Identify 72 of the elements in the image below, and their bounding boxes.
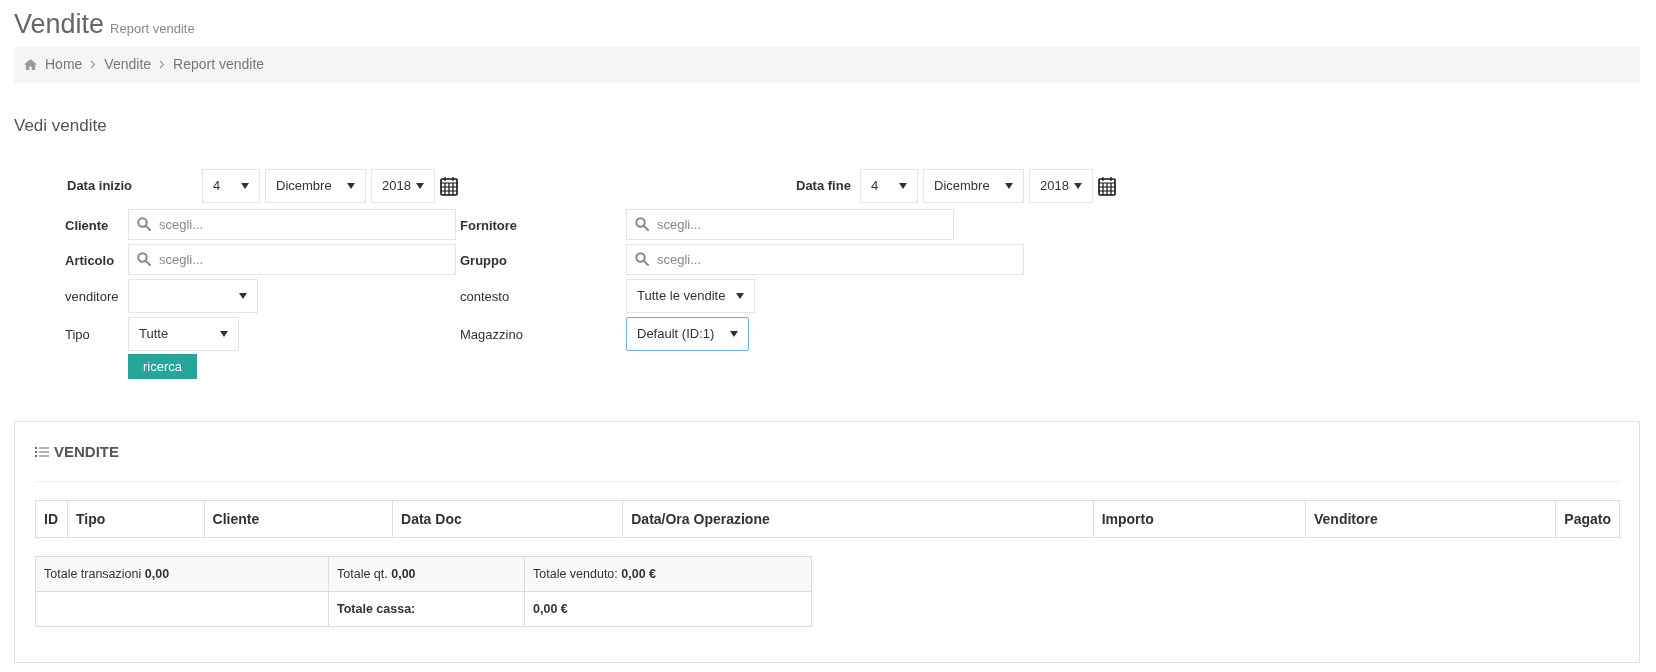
select-value: 4: [213, 177, 221, 196]
year-select[interactable]: 2018: [1029, 169, 1093, 203]
select-value: 2018: [382, 177, 411, 196]
calendar-icon[interactable]: [1098, 176, 1116, 196]
year-select[interactable]: 2018: [371, 169, 435, 203]
select-value: Default (ID:1): [637, 325, 715, 344]
month-select[interactable]: Dicembre: [265, 169, 366, 203]
column-header: Tipo: [67, 500, 205, 538]
caret-icon: [730, 331, 738, 337]
search-icon: [137, 252, 151, 266]
totals-cell: Totale transazioni 0,00: [35, 556, 329, 592]
field-label: Data fine: [796, 177, 852, 196]
totals-cell: Totale qt. 0,00: [328, 556, 525, 592]
chevron-icon: [90, 60, 97, 69]
select-value: 4: [871, 177, 879, 196]
field-label: Cliente: [65, 217, 109, 233]
page-subtitle: Report vendite: [110, 20, 195, 38]
field-label: Tipo: [65, 327, 90, 342]
panel-title: VENDITE: [54, 441, 119, 462]
search-icon: [635, 252, 649, 266]
caret-icon: [220, 331, 228, 337]
dropdown-select[interactable]: Tutte le vendite: [626, 279, 755, 313]
caret-icon: [416, 183, 424, 189]
search-field[interactable]: scegli...: [626, 244, 1024, 275]
day-select[interactable]: 4: [202, 169, 260, 203]
field-label: Articolo: [65, 252, 115, 268]
breadcrumb-link[interactable]: Vendite: [104, 54, 152, 75]
caret-icon: [899, 183, 907, 189]
caret-icon: [241, 183, 249, 189]
column-header: Venditore: [1305, 500, 1556, 538]
select-value: Tutte le vendite: [637, 287, 726, 306]
breadcrumb-link[interactable]: Report vendite: [173, 54, 265, 75]
calendar-icon[interactable]: [440, 176, 458, 196]
column-header: Data/Ora Operazione: [622, 500, 1094, 538]
caret-icon: [1074, 183, 1082, 189]
caret-icon: [1005, 183, 1013, 189]
search-field[interactable]: scegli...: [626, 209, 954, 240]
day-select[interactable]: 4: [860, 169, 918, 203]
dropdown-select[interactable]: Tutte: [128, 317, 239, 351]
totals-cell: Totale cassa:: [328, 591, 525, 627]
search-icon: [635, 217, 649, 231]
search-field[interactable]: scegli...: [128, 209, 456, 240]
list-icon: [35, 446, 49, 457]
search-icon: [137, 217, 151, 231]
totals-cell: 0,00 €: [524, 591, 812, 627]
select-value: Tutte: [139, 325, 169, 344]
section-title: Vedi vendite: [14, 114, 108, 137]
column-header: ID: [35, 500, 68, 538]
search-field[interactable]: scegli...: [128, 244, 456, 275]
caret-icon: [347, 183, 355, 189]
select-value: Dicembre: [276, 177, 332, 196]
column-header: Cliente: [204, 500, 393, 538]
field-label: Magazzino: [460, 327, 523, 342]
month-select[interactable]: Dicembre: [923, 169, 1024, 203]
column-header: Pagato: [1555, 500, 1620, 538]
totals-cell: Totale venduto: 0,00 €: [524, 556, 812, 592]
field-label: Data inizio: [67, 177, 133, 196]
field-label: venditore: [65, 289, 119, 304]
select-value: Dicembre: [934, 177, 990, 196]
select-value: 2018: [1040, 177, 1069, 196]
column-header: Importo: [1093, 500, 1306, 538]
caret-icon: [239, 293, 247, 299]
chevron-icon: [159, 60, 166, 69]
field-label: Gruppo: [460, 252, 507, 268]
breadcrumb-link[interactable]: Home: [45, 54, 83, 75]
home-icon: [24, 59, 37, 70]
column-header: Data Doc: [392, 500, 623, 538]
field-label: Fornitore: [460, 217, 518, 233]
page-title: Vendite: [14, 8, 105, 41]
dropdown-select[interactable]: Default (ID:1): [626, 317, 749, 351]
caret-icon: [736, 293, 744, 299]
field-label: contesto: [460, 289, 510, 304]
